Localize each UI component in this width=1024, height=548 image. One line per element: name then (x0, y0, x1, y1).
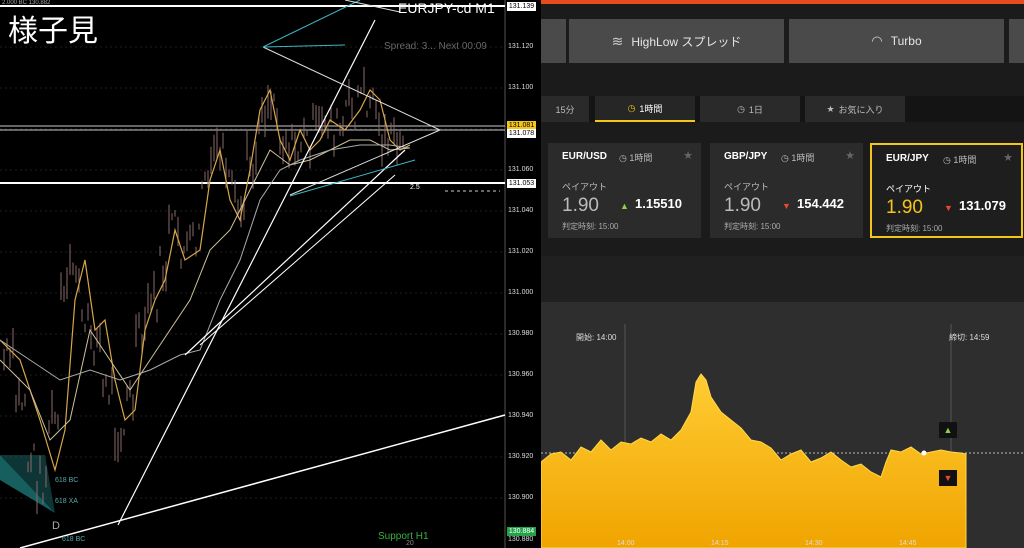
clock-icon: ◷ (943, 155, 954, 165)
fib-label: 2.5 (410, 184, 420, 191)
card-period-label: 1時間 (791, 153, 815, 163)
spread-info: Spread: 3... Next 00:09 (384, 41, 487, 52)
card-pair: EUR/JPY (886, 153, 929, 164)
favorite-star-icon[interactable]: ★ (845, 149, 855, 162)
price-scale-label: 131.040 (508, 207, 534, 214)
price-scale-label: 130.900 (508, 494, 534, 501)
overlay-title: 様子見 (8, 14, 98, 49)
mode-tab-partial[interactable] (1009, 19, 1024, 63)
price-scale-label: 130.920 (508, 453, 534, 460)
favorite-star-icon[interactable]: ★ (683, 149, 693, 162)
price-scale-label: 131.020 (508, 248, 534, 255)
tab-label: お気に入り (838, 104, 884, 115)
card-rate: 131.079 (959, 198, 1006, 213)
up-arrow-icon: ▲ (620, 201, 629, 211)
chart-end-label: 締切: 14:59 (949, 333, 990, 342)
x-tick-label: 14:00 (617, 540, 635, 547)
brand-strip (541, 0, 1024, 4)
card-period-label: 1時間 (953, 155, 977, 165)
price-scale-label: 131.060 (508, 166, 534, 173)
time-tabs: 15分 ◷ 1時間 ◷ 1日 ★ お気に入り (541, 96, 1024, 122)
mode-tab-label: HighLow スプレッド (631, 34, 742, 49)
card-period: ◷ 1時間 (619, 151, 652, 164)
asset-card-eurusd[interactable]: EUR/USD ◷ 1時間 ★ ペイアウト 1.90 ▲ 1.15510 判定時… (548, 143, 701, 238)
card-payout-label: ペイアウト (724, 182, 770, 192)
price-tag-line: 131.053 (507, 179, 536, 188)
price-tag-support: 130.884 (507, 527, 536, 536)
mode-tab-highlow-spread[interactable]: ≋ HighLow スプレッド (569, 19, 784, 63)
card-payout: 1.90 (724, 195, 761, 216)
card-expiry: 判定時刻: 15:00 (886, 224, 943, 233)
price-tag-line: 131.078 (507, 129, 536, 138)
card-period: ◷ 1時間 (781, 151, 814, 164)
low-button[interactable]: ▼ (939, 470, 957, 486)
card-rate: 154.442 (797, 196, 844, 211)
card-expiry: 判定時刻: 15:00 (724, 222, 781, 231)
tab-1day[interactable]: ◷ 1日 (700, 96, 800, 122)
tab-label: 15分 (555, 104, 575, 115)
mt4-chart-panel[interactable]: 2.000 BC 130.882 様子見 EURJPY-cd M1 Spread… (0, 0, 541, 548)
card-payout: 1.90 (886, 197, 923, 218)
chart-header-band (541, 256, 1024, 302)
price-scale-label: 130.980 (508, 330, 534, 337)
price-scale-label: 131.000 (508, 289, 534, 296)
clock-icon: ◷ (619, 153, 630, 163)
card-period: ◷ 1時間 (943, 153, 976, 166)
price-scale-label: 131.120 (508, 43, 534, 50)
tab-15min[interactable]: 15分 (541, 96, 589, 122)
card-payout: 1.90 (562, 195, 599, 216)
card-payout-label: ペイアウト (886, 184, 932, 194)
star-icon: ★ (826, 103, 835, 114)
price-scale-label: 131.100 (508, 84, 534, 91)
support-h1-label: Support H1 (378, 531, 429, 542)
card-expiry: 判定時刻: 15:00 (562, 222, 619, 231)
chart-symbol-label: EURJPY-cd M1 (398, 0, 495, 16)
card-pair: EUR/USD (562, 151, 608, 162)
harmonic-label-1: 618 BC (55, 477, 79, 484)
card-period-label: 1時間 (629, 153, 653, 163)
x-tick-label: 14:45 (899, 540, 917, 547)
screenshot-root: 2.000 BC 130.882 様子見 EURJPY-cd M1 Spread… (0, 0, 1024, 548)
mode-tab-label: Turbo (890, 34, 922, 48)
clock-icon: ◷ (781, 153, 792, 163)
price-scale-label: 130.880 (508, 536, 534, 543)
asset-card-gbpjpy[interactable]: GBP/JPY ◷ 1時間 ★ ペイアウト 1.90 ▼ 154.442 判定時… (710, 143, 863, 238)
price-area-chart[interactable]: 開始: 14:00 締切: 14:59 ▲ ▼ (541, 302, 1024, 548)
mode-tab-partial[interactable] (541, 19, 566, 63)
clock-icon: ◷ (627, 102, 636, 113)
favorite-star-icon[interactable]: ★ (1003, 151, 1013, 164)
card-payout-label: ペイアウト (562, 182, 608, 192)
mode-tab-turbo[interactable]: ◠ Turbo (789, 19, 1004, 63)
x-tick-label: 14:15 (711, 540, 729, 547)
pattern-point-label: D (52, 520, 60, 532)
harmonic-label-3: 618 BC (62, 536, 86, 543)
mt4-chart-canvas (0, 0, 506, 548)
clock-icon: ◷ (737, 103, 745, 114)
chart-start-label: 開始: 14:00 (576, 333, 617, 342)
card-pair: GBP/JPY (724, 151, 768, 162)
tab-1hour[interactable]: ◷ 1時間 (595, 96, 695, 122)
high-button[interactable]: ▲ (939, 422, 957, 438)
highlow-panel: ≋ HighLow スプレッド ◠ Turbo 15分 ◷ 1時間 ◷ 1日 ★… (541, 0, 1024, 548)
card-rate: 1.15510 (635, 196, 682, 211)
price-scale-label: 130.960 (508, 371, 534, 378)
asset-card-eurjpy[interactable]: EUR/JPY ◷ 1時間 ★ ペイアウト 1.90 ▼ 131.079 判定時… (870, 143, 1023, 238)
x-tick-label: 14:30 (805, 540, 823, 547)
support-sub-label: 20 (406, 540, 414, 547)
down-arrow-icon: ▼ (782, 201, 791, 211)
tab-label: 1日 (748, 104, 763, 115)
harmonic-label-2: 618 XA (55, 498, 78, 505)
down-arrow-icon: ▼ (944, 203, 953, 213)
waves-icon: ≋ (611, 32, 624, 49)
tab-favorites[interactable]: ★ お気に入り (805, 96, 905, 122)
tab-label: 1時間 (639, 103, 663, 114)
price-scale-label: 130.940 (508, 412, 534, 419)
price-tag-top: 131.139 (507, 2, 536, 11)
gauge-icon: ◠ (871, 33, 883, 48)
